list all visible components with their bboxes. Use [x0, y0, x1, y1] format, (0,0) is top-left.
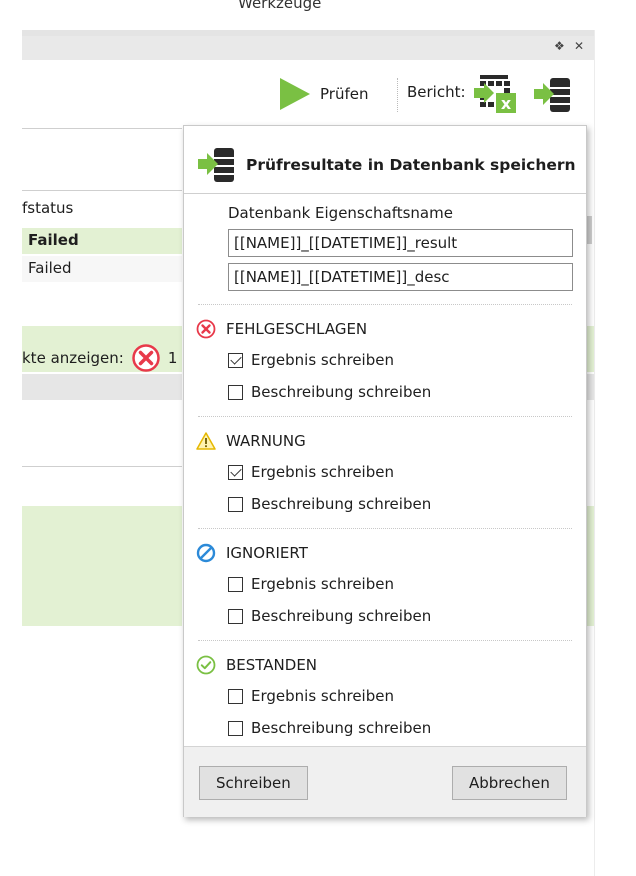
checkbox-label: Ergebnis schreiben — [251, 351, 394, 369]
show-objects-label: kte anzeigen: — [22, 349, 124, 367]
show-objects-row: kte anzeigen: 1 — [22, 344, 177, 372]
right-edge-gray — [586, 374, 594, 400]
status-cell: Failed — [28, 259, 72, 277]
checkbox[interactable] — [228, 496, 243, 512]
ignored-write-description-checkbox[interactable]: Beschreibung schreiben — [228, 607, 431, 625]
right-border — [594, 30, 595, 876]
window-title: Werkzeuge — [238, 0, 322, 12]
checkbox-label: Beschreibung schreiben — [251, 607, 432, 625]
checkbox[interactable] — [228, 688, 243, 704]
failed-write-result-checkbox[interactable]: Ergebnis schreiben — [228, 351, 394, 369]
database-export-icon — [198, 148, 234, 182]
database-export-icon[interactable] — [534, 76, 572, 114]
section-divider — [198, 304, 572, 305]
warning-write-description-checkbox[interactable]: Beschreibung schreiben — [228, 495, 431, 513]
section-warning: WARNUNG — [196, 431, 306, 451]
gray-band — [22, 374, 182, 400]
passed-write-description-checkbox[interactable]: Beschreibung schreiben — [228, 719, 431, 737]
warning-icon — [196, 432, 216, 450]
table-row[interactable]: Failed — [22, 256, 182, 282]
passed-icon — [196, 655, 216, 675]
write-button[interactable]: Schreiben — [199, 766, 308, 800]
section-divider — [198, 416, 572, 417]
failed-filter-icon[interactable] — [132, 344, 160, 372]
checkbox[interactable] — [228, 384, 243, 400]
ignored-icon — [196, 543, 216, 563]
play-icon — [280, 78, 310, 110]
pin-icon[interactable]: ❖ — [554, 39, 565, 53]
list-separator — [22, 190, 182, 191]
svg-text:x: x — [501, 94, 512, 113]
checkbox-label: Ergebnis schreiben — [251, 463, 394, 481]
ignored-write-result-checkbox[interactable]: Ergebnis schreiben — [228, 575, 394, 593]
checkbox[interactable] — [228, 352, 243, 368]
result-property-input[interactable] — [228, 229, 573, 257]
checkbox[interactable] — [228, 720, 243, 736]
section-title: BESTANDEN — [226, 656, 318, 674]
close-icon[interactable]: ✕ — [574, 39, 584, 53]
cancel-button[interactable]: Abbrechen — [452, 766, 567, 800]
description-property-input[interactable] — [228, 263, 573, 291]
section-title: WARNUNG — [226, 432, 306, 450]
table-row[interactable]: Failed — [22, 228, 182, 254]
checkbox-label: Beschreibung schreiben — [251, 495, 432, 513]
section-title: IGNORIERT — [226, 544, 308, 562]
section-divider — [198, 640, 572, 641]
property-name-label: Datenbank Eigenschaftsname — [228, 204, 453, 222]
status-cell: Failed — [28, 231, 79, 249]
checkbox-label: Beschreibung schreiben — [251, 719, 432, 737]
section-title: FEHLGESCHLAGEN — [226, 320, 368, 338]
checkbox[interactable] — [228, 576, 243, 592]
passed-write-result-checkbox[interactable]: Ergebnis schreiben — [228, 687, 394, 705]
warning-write-result-checkbox[interactable]: Ergebnis schreiben — [228, 463, 394, 481]
section-passed: BESTANDEN — [196, 655, 317, 675]
popup-title: Prüfresultate in Datenbank speichern — [246, 156, 576, 174]
excel-report-icon[interactable]: x — [474, 73, 520, 115]
bericht-label: Bericht: — [407, 83, 466, 101]
header-divider — [184, 193, 586, 194]
right-edge-area — [586, 506, 594, 626]
checkbox-label: Beschreibung schreiben — [251, 383, 432, 401]
section-divider — [198, 528, 572, 529]
pruefen-button[interactable]: Prüfen — [278, 78, 368, 110]
failed-icon — [196, 319, 216, 339]
checkbox[interactable] — [228, 608, 243, 624]
checkbox-label: Ergebnis schreiben — [251, 687, 394, 705]
toolbar-divider — [397, 78, 398, 112]
lower-separator — [22, 466, 182, 467]
save-results-popup: Prüfresultate in Datenbank speichern Dat… — [183, 125, 587, 817]
failed-count: 1 — [167, 349, 178, 367]
popup-footer: Schreiben Abbrechen — [184, 746, 586, 817]
right-edge-band — [586, 326, 594, 372]
status-column-header[interactable]: fstatus — [22, 199, 73, 217]
popup-header: Prüfresultate in Datenbank speichern — [198, 146, 576, 184]
section-ignored: IGNORIERT — [196, 543, 308, 563]
section-failed: FEHLGESCHLAGEN — [196, 319, 367, 339]
panel-header: ❖ ✕ — [22, 36, 594, 60]
failed-write-description-checkbox[interactable]: Beschreibung schreiben — [228, 383, 431, 401]
checkbox-label: Ergebnis schreiben — [251, 575, 394, 593]
result-area — [22, 506, 182, 626]
pruefen-label: Prüfen — [320, 85, 369, 103]
checkbox[interactable] — [228, 464, 243, 480]
toolbar-separator — [22, 128, 182, 129]
